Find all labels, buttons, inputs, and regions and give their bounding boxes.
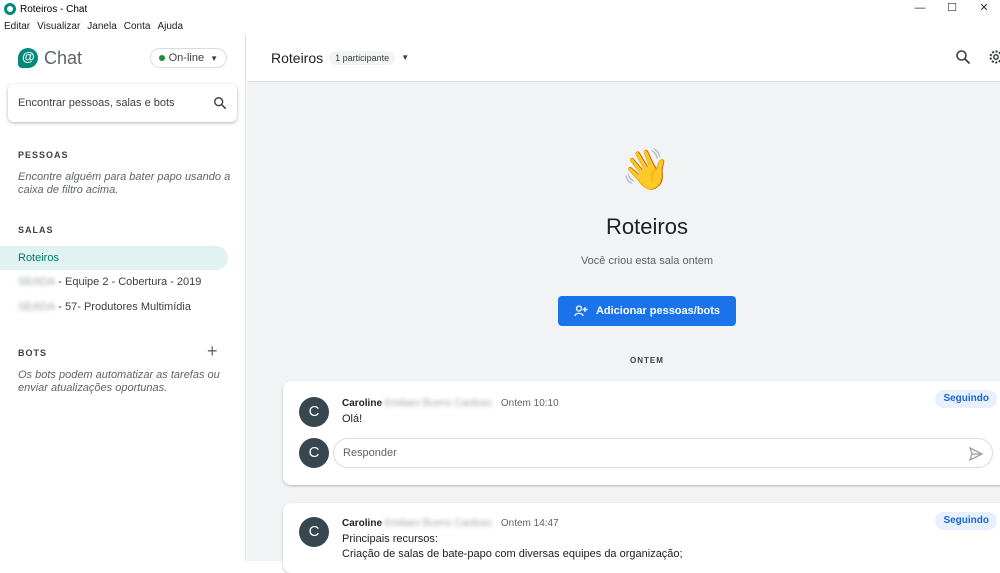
menu-visualizar[interactable]: Visualizar bbox=[37, 21, 80, 32]
message-time: Ontem 10:10 bbox=[501, 398, 559, 409]
menu-janela[interactable]: Janela bbox=[87, 21, 116, 32]
close-button[interactable]: ✕ bbox=[968, 0, 1000, 18]
message-body-line: Criação de salas de bate-papo com divers… bbox=[342, 547, 683, 562]
maximize-button[interactable]: ☐ bbox=[936, 0, 968, 18]
avatar[interactable]: C bbox=[299, 517, 329, 547]
search-input[interactable]: Encontrar pessoas, salas e bots bbox=[8, 84, 237, 122]
search-placeholder: Encontrar pessoas, salas e bots bbox=[18, 97, 175, 109]
add-bot-button[interactable]: + bbox=[207, 342, 218, 360]
reply-placeholder: Responder bbox=[343, 447, 397, 459]
window-titlebar: Roteiros - Chat — ☐ ✕ bbox=[0, 0, 1000, 18]
reply-input[interactable]: Responder bbox=[333, 438, 993, 468]
room-item-roteiros[interactable]: Roteiros bbox=[0, 246, 228, 270]
bots-hint: Os bots podem automatizar as tarefas ou … bbox=[18, 369, 238, 395]
people-section-title: PESSOAS bbox=[18, 150, 69, 160]
menu-conta[interactable]: Conta bbox=[124, 21, 151, 32]
room-item-produtores[interactable]: SEADA - 57- Produtores Multimídia bbox=[0, 295, 228, 319]
sidebar-header: Chat On-line ▼ bbox=[0, 34, 245, 82]
room-item-equipe-2[interactable]: SEADA - Equipe 2 - Cobertura - 2019 bbox=[0, 270, 228, 294]
author-name: Caroline bbox=[342, 518, 382, 529]
send-icon[interactable] bbox=[968, 446, 984, 462]
people-hint: Encontre alguém para bater papo usando a… bbox=[18, 171, 238, 197]
room-title[interactable]: Roteiros bbox=[271, 50, 323, 66]
message-thread: C Caroline Emiliani Bueno Cardoso Ontem … bbox=[283, 381, 1000, 485]
chevron-down-icon[interactable]: ▼ bbox=[401, 53, 409, 62]
search-icon[interactable] bbox=[213, 96, 227, 110]
menu-bar: Editar Visualizar Janela Conta Ajuda bbox=[0, 18, 1000, 34]
room-header: Roteiros 1 participante ▼ bbox=[247, 34, 1000, 82]
menu-ajuda[interactable]: Ajuda bbox=[157, 21, 183, 32]
search-icon[interactable] bbox=[955, 49, 971, 65]
bots-section-title: BOTS bbox=[18, 348, 47, 358]
author-name: Caroline bbox=[342, 398, 382, 409]
status-label: On-line bbox=[169, 52, 204, 64]
gear-icon[interactable] bbox=[987, 48, 1000, 66]
chevron-down-icon: ▼ bbox=[210, 54, 218, 63]
room-prefix: SEADA bbox=[18, 276, 55, 288]
room-label: - 57- Produtores Multimídia bbox=[58, 301, 191, 313]
minimize-button[interactable]: — bbox=[904, 0, 936, 18]
window-title: Roteiros - Chat bbox=[20, 4, 87, 15]
following-badge[interactable]: Seguindo bbox=[935, 390, 997, 408]
rooms-section-title: SALAS bbox=[18, 225, 54, 235]
hero-title: Roteiros bbox=[247, 214, 1000, 240]
day-divider: ONTEM bbox=[247, 356, 1000, 365]
add-person-icon bbox=[574, 305, 588, 317]
avatar[interactable]: C bbox=[299, 397, 329, 427]
room-prefix: SEADA bbox=[18, 301, 55, 313]
chat-main: Roteiros 1 participante ▼ 👋 Roteiros Voc… bbox=[247, 34, 1000, 561]
room-label: Roteiros bbox=[18, 252, 59, 264]
window-controls: — ☐ ✕ bbox=[904, 0, 1000, 18]
chat-logo-icon bbox=[18, 48, 38, 68]
author-surname-blurred: Emiliani Bueno Cardoso bbox=[385, 518, 492, 529]
message-header: Caroline Emiliani Bueno Cardoso Ontem 14… bbox=[342, 518, 559, 529]
chat-app-icon bbox=[4, 3, 16, 15]
message-body-line: Principais recursos: bbox=[342, 532, 438, 547]
waving-hand-icon: 👋 bbox=[621, 148, 671, 192]
avatar: C bbox=[299, 438, 329, 468]
message-header: Caroline Emiliani Bueno Cardoso Ontem 10… bbox=[342, 398, 559, 409]
app-name: Chat bbox=[44, 48, 82, 69]
author-surname-blurred: Emiliani Bueno Cardoso bbox=[385, 398, 492, 409]
sidebar: Chat On-line ▼ Encontrar pessoas, salas … bbox=[0, 34, 246, 561]
menu-editar[interactable]: Editar bbox=[4, 21, 30, 32]
following-badge[interactable]: Seguindo bbox=[935, 512, 997, 530]
room-label: - Equipe 2 - Cobertura - 2019 bbox=[58, 276, 201, 288]
online-dot-icon bbox=[159, 55, 165, 61]
participants-badge[interactable]: 1 participante bbox=[329, 51, 395, 65]
hero-subtitle: Você criou esta sala ontem bbox=[247, 255, 1000, 267]
add-people-bots-button[interactable]: Adicionar pessoas/bots bbox=[558, 296, 736, 326]
message-thread: C Caroline Emiliani Bueno Cardoso Ontem … bbox=[283, 503, 1000, 573]
message-body: Olá! bbox=[342, 412, 362, 427]
status-dropdown[interactable]: On-line ▼ bbox=[150, 48, 227, 68]
message-time: Ontem 14:47 bbox=[501, 518, 559, 529]
add-button-label: Adicionar pessoas/bots bbox=[596, 305, 720, 317]
